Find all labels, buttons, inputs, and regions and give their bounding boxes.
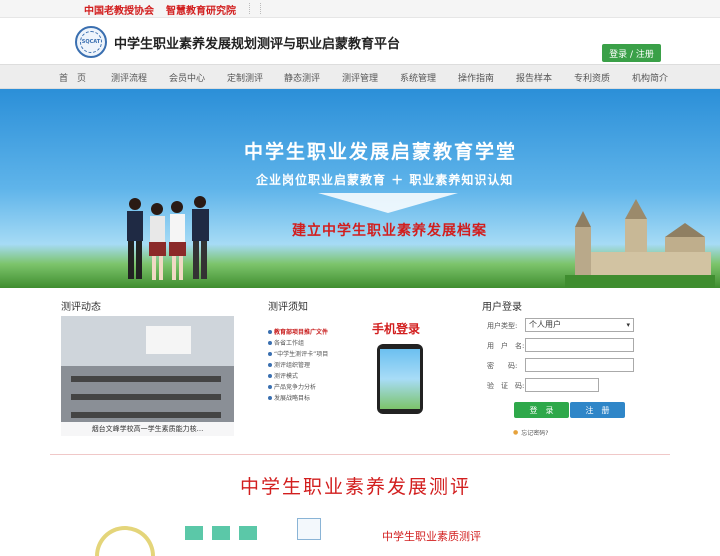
rules-item[interactable]: 产品竞争力分析 bbox=[268, 381, 328, 392]
org-link-2[interactable]: 智慧教育研究院 bbox=[166, 2, 236, 17]
login-button[interactable]: 登 录 bbox=[514, 402, 569, 418]
gauge-graphic bbox=[95, 526, 155, 556]
nav-item-home[interactable]: 首 页 bbox=[59, 71, 86, 84]
report-sheet-graphic bbox=[297, 518, 321, 540]
nav-item-guide[interactable]: 操作指南 bbox=[458, 71, 494, 84]
register-button[interactable]: 注 册 bbox=[570, 402, 625, 418]
divider-dots bbox=[249, 3, 261, 14]
bullet-icon bbox=[268, 395, 272, 400]
chevron-down-icon: ▾ bbox=[626, 321, 630, 329]
banner-subline: 企业岗位职业启蒙教育 ＋ 职业素养知识认知 bbox=[256, 173, 514, 187]
nav-item-system[interactable]: 系统管理 bbox=[400, 71, 436, 84]
logo-text: SQCAT bbox=[81, 39, 101, 45]
captcha-input[interactable] bbox=[525, 378, 599, 392]
news-caption[interactable]: 烟台文峰学校高一学生素质能力核... bbox=[61, 422, 234, 436]
castle-illustration bbox=[565, 199, 715, 288]
nav-item-custom[interactable]: 定制测评 bbox=[227, 71, 263, 84]
user-type-label: 用户类型: bbox=[487, 322, 518, 330]
rules-item[interactable]: 测评组织管理 bbox=[268, 359, 328, 370]
news-title: 测评动态 bbox=[61, 302, 101, 313]
site-logo[interactable]: SQCAT bbox=[75, 26, 107, 58]
password-input[interactable] bbox=[525, 358, 634, 372]
nav-item-member[interactable]: 会员中心 bbox=[169, 71, 205, 84]
org-link-1[interactable]: 中国老教授协会 bbox=[84, 2, 154, 17]
bullet-icon bbox=[268, 384, 272, 389]
bullet-icon bbox=[268, 362, 272, 367]
user-type-select[interactable]: 个人用户 ▾ bbox=[525, 318, 634, 332]
banner-tagline: 建立中学生职业素养发展档案 bbox=[292, 223, 487, 239]
section-divider bbox=[50, 454, 670, 455]
login-register-button[interactable]: 登录 / 注册 bbox=[602, 44, 661, 62]
nav-item-process[interactable]: 测评流程 bbox=[111, 71, 147, 84]
forgot-password-link[interactable]: ● 忘记密码? bbox=[513, 428, 548, 437]
banner-arrow bbox=[318, 193, 458, 213]
main-nav: 首 页 测评流程 会员中心 定制测评 静态测评 测评管理 系统管理 操作指南 报… bbox=[0, 64, 720, 89]
nav-item-manage[interactable]: 测评管理 bbox=[342, 71, 378, 84]
nav-item-about[interactable]: 机构简介 bbox=[632, 71, 668, 84]
bullet-icon bbox=[268, 351, 272, 356]
rules-list: 教育部项目推广文件 各省工作组 “中学生测评卡”项目 测评组织管理 测评模式 产… bbox=[268, 326, 328, 403]
top-bar: 中国老教授协会 智慧教育研究院 bbox=[0, 0, 720, 18]
section-subtitle: 中学生职业素质测评 bbox=[382, 530, 481, 543]
bars-graphic bbox=[185, 526, 260, 540]
nav-item-patent[interactable]: 专利资质 bbox=[574, 71, 610, 84]
bullet-icon bbox=[268, 329, 272, 334]
nav-item-sample[interactable]: 报告样本 bbox=[516, 71, 552, 84]
rules-item[interactable]: “中学生测评卡”项目 bbox=[268, 348, 328, 359]
mobile-login-title[interactable]: 手机登录 bbox=[372, 320, 420, 337]
site-header: SQCAT 中学生职业素养发展规划测评与职业启蒙教育平台 登录 / 注册 bbox=[0, 18, 720, 64]
captcha-label: 验 证 码: bbox=[487, 382, 525, 390]
phone-icon[interactable] bbox=[377, 344, 423, 414]
classroom-photo bbox=[61, 316, 234, 436]
rules-item[interactable]: 测评模式 bbox=[268, 370, 328, 381]
bullet-icon bbox=[268, 340, 272, 345]
username-input[interactable] bbox=[525, 338, 634, 352]
site-title: 中学生职业素养发展规划测评与职业启蒙教育平台 bbox=[114, 37, 401, 52]
hero-banner[interactable]: 中学生职业发展启蒙教育学堂 企业岗位职业启蒙教育 ＋ 职业素养知识认知 建立中学… bbox=[0, 89, 720, 288]
nav-item-static[interactable]: 静态测评 bbox=[284, 71, 320, 84]
rules-item[interactable]: 各省工作组 bbox=[268, 337, 328, 348]
news-photo[interactable] bbox=[61, 316, 234, 436]
rules-item[interactable]: 发展战略目标 bbox=[268, 392, 328, 403]
bullet-icon bbox=[268, 373, 272, 378]
username-label: 用 户 名: bbox=[487, 342, 525, 350]
rules-title: 测评须知 bbox=[268, 302, 308, 313]
banner-headline: 中学生职业发展启蒙教育学堂 bbox=[244, 141, 518, 163]
help-icon: ● bbox=[513, 429, 519, 436]
password-label: 密 码: bbox=[487, 362, 518, 370]
students-illustration bbox=[127, 196, 209, 280]
section-title: 中学生职业素养发展测评 bbox=[240, 476, 472, 498]
rules-item[interactable]: 教育部项目推广文件 bbox=[268, 326, 328, 337]
login-title: 用户登录 bbox=[482, 302, 522, 313]
